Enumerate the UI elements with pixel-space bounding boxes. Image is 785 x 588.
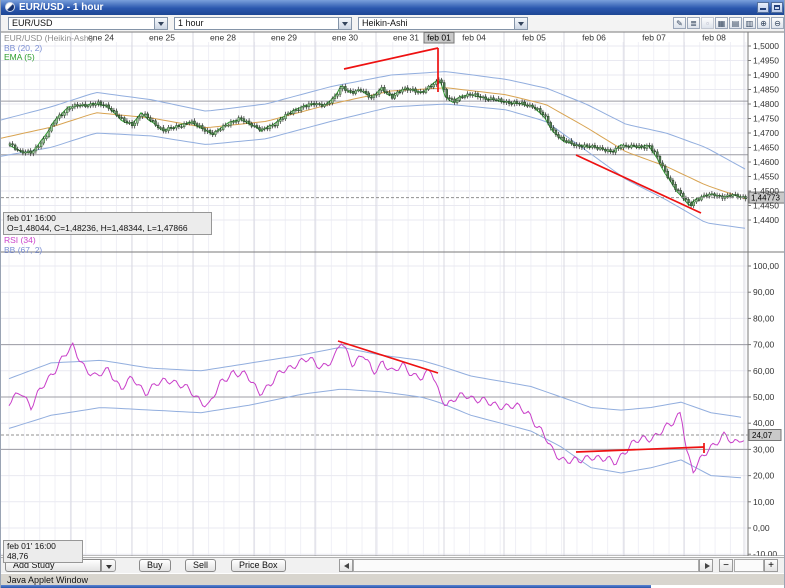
chevron-down-icon[interactable] xyxy=(154,18,167,29)
svg-text:ene 25: ene 25 xyxy=(149,33,175,43)
svg-text:100,00: 100,00 xyxy=(753,261,779,271)
zoom-slider-track[interactable] xyxy=(734,559,764,572)
symbol-select[interactable]: EUR/USD xyxy=(8,17,168,30)
layout-grid-icon[interactable]: ▦ xyxy=(715,17,728,29)
zoom-in-icon[interactable]: ⊕ xyxy=(757,17,770,29)
svg-text:1,4950: 1,4950 xyxy=(753,56,779,66)
svg-text:0,00: 0,00 xyxy=(753,523,770,533)
scroll-right-button[interactable] xyxy=(699,559,713,572)
rsi-tooltip: feb 01' 16:00 48,76 xyxy=(3,540,83,563)
buy-button[interactable]: Buy xyxy=(139,559,171,572)
svg-text:1,4750: 1,4750 xyxy=(753,114,779,124)
detach-icon[interactable]: ▫ xyxy=(701,17,714,29)
svg-text:ene 30: ene 30 xyxy=(332,33,358,43)
app-logo-icon xyxy=(5,2,15,12)
zoom-in-button[interactable]: + xyxy=(764,559,778,572)
svg-text:feb 08: feb 08 xyxy=(702,33,726,43)
svg-text:1,4850: 1,4850 xyxy=(753,85,779,95)
minimize-button[interactable] xyxy=(757,2,769,13)
svg-text:-10,00: -10,00 xyxy=(753,549,777,556)
main-toolbar: EUR/USD 1 hour Heikin-Ashi ✎ ≣ ▫ ▦ ▤ ▥ ⊕ ⊖ xyxy=(1,15,784,32)
svg-text:feb 04: feb 04 xyxy=(462,33,486,43)
svg-text:24,07: 24,07 xyxy=(752,431,773,440)
crosshair-date-label: feb 01 xyxy=(423,32,455,44)
svg-text:1,4500: 1,4500 xyxy=(753,186,779,196)
rsi-panel-legend: RSI (34) BB (67, 2) xyxy=(4,235,43,255)
svg-text:feb 07: feb 07 xyxy=(642,33,666,43)
svg-text:20,00: 20,00 xyxy=(753,471,775,481)
svg-text:1,4450: 1,4450 xyxy=(753,201,779,211)
svg-text:1,4900: 1,4900 xyxy=(753,70,779,80)
sell-button[interactable]: Sell xyxy=(185,559,217,572)
svg-text:1,4700: 1,4700 xyxy=(753,128,779,138)
chevron-down-icon[interactable] xyxy=(338,18,351,29)
svg-text:1,4550: 1,4550 xyxy=(753,172,779,182)
chart-type-select[interactable]: Heikin-Ashi xyxy=(358,17,528,30)
svg-text:60,00: 60,00 xyxy=(753,366,775,376)
pencil-draw-icon[interactable]: ✎ xyxy=(673,17,686,29)
svg-text:1,5000: 1,5000 xyxy=(753,41,779,51)
svg-text:1,4400: 1,4400 xyxy=(753,215,779,225)
symbol-select-value: EUR/USD xyxy=(12,18,53,28)
layout-columns-icon[interactable]: ▥ xyxy=(743,17,756,29)
price-panel-legend: EUR/USD (Heikin-Ashi) BB (20, 2) EMA (5) xyxy=(4,33,93,63)
svg-text:50,00: 50,00 xyxy=(753,392,775,402)
studies-list-icon[interactable]: ≣ xyxy=(687,17,700,29)
svg-text:feb 01: feb 01 xyxy=(427,33,451,43)
svg-text:10,00: 10,00 xyxy=(753,497,775,507)
interval-select-value: 1 hour xyxy=(178,18,204,28)
svg-text:feb 05: feb 05 xyxy=(522,33,546,43)
svg-text:30,00: 30,00 xyxy=(753,444,775,454)
tooltip-ohlc: O=1,48044, C=1,48236, H=1,48344, L=1,478… xyxy=(7,222,188,233)
chart-type-select-value: Heikin-Ashi xyxy=(362,18,408,28)
svg-text:70,00: 70,00 xyxy=(753,340,775,350)
chart-area[interactable]: 1,4477324,071,50001,49501,49001,48501,48… xyxy=(1,32,785,556)
window-title: EUR/USD - 1 hour xyxy=(19,2,104,13)
status-text: Java Applet Window xyxy=(7,575,89,585)
svg-text:1,4800: 1,4800 xyxy=(753,99,779,109)
svg-text:80,00: 80,00 xyxy=(753,313,775,323)
zoom-out-icon[interactable]: ⊖ xyxy=(771,17,784,29)
title-bar: EUR/USD - 1 hour xyxy=(1,0,784,15)
svg-text:1,4600: 1,4600 xyxy=(753,157,779,167)
ohlc-tooltip: feb 01' 16:00 O=1,48044, C=1,48236, H=1,… xyxy=(3,212,212,235)
interval-select[interactable]: 1 hour xyxy=(174,17,352,30)
maximize-button[interactable] xyxy=(771,2,783,13)
svg-text:90,00: 90,00 xyxy=(753,287,775,297)
chart-tools-icon-strip: ✎ ≣ ▫ ▦ ▤ ▥ ⊕ ⊖ xyxy=(673,17,784,30)
price-box-button[interactable]: Price Box xyxy=(231,559,286,572)
chevron-down-icon[interactable] xyxy=(514,18,527,29)
zoom-out-button[interactable]: − xyxy=(719,559,733,572)
application-window: EUR/USD - 1 hour EUR/USD 1 hour Heikin-A… xyxy=(0,0,785,588)
svg-text:ene 28: ene 28 xyxy=(210,33,236,43)
tooltip-value: 48,76 xyxy=(7,550,29,561)
svg-text:feb 06: feb 06 xyxy=(582,33,606,43)
status-bar: Java Applet Window xyxy=(1,573,784,585)
scroll-left-button[interactable] xyxy=(339,559,353,572)
svg-text:40,00: 40,00 xyxy=(753,418,775,428)
svg-text:ene 31: ene 31 xyxy=(393,33,419,43)
legend-entry: EMA (5) xyxy=(4,52,35,62)
legend-entry: BB (67, 2) xyxy=(4,244,43,255)
chart-scrollbar-track[interactable] xyxy=(353,559,699,572)
svg-text:ene 29: ene 29 xyxy=(271,33,297,43)
svg-text:1,4650: 1,4650 xyxy=(753,143,779,153)
bottom-toolbar: Add Study Buy Sell Price Box − + xyxy=(1,557,784,573)
layout-rows-icon[interactable]: ▤ xyxy=(729,17,742,29)
add-study-dropdown-button[interactable] xyxy=(101,559,116,572)
